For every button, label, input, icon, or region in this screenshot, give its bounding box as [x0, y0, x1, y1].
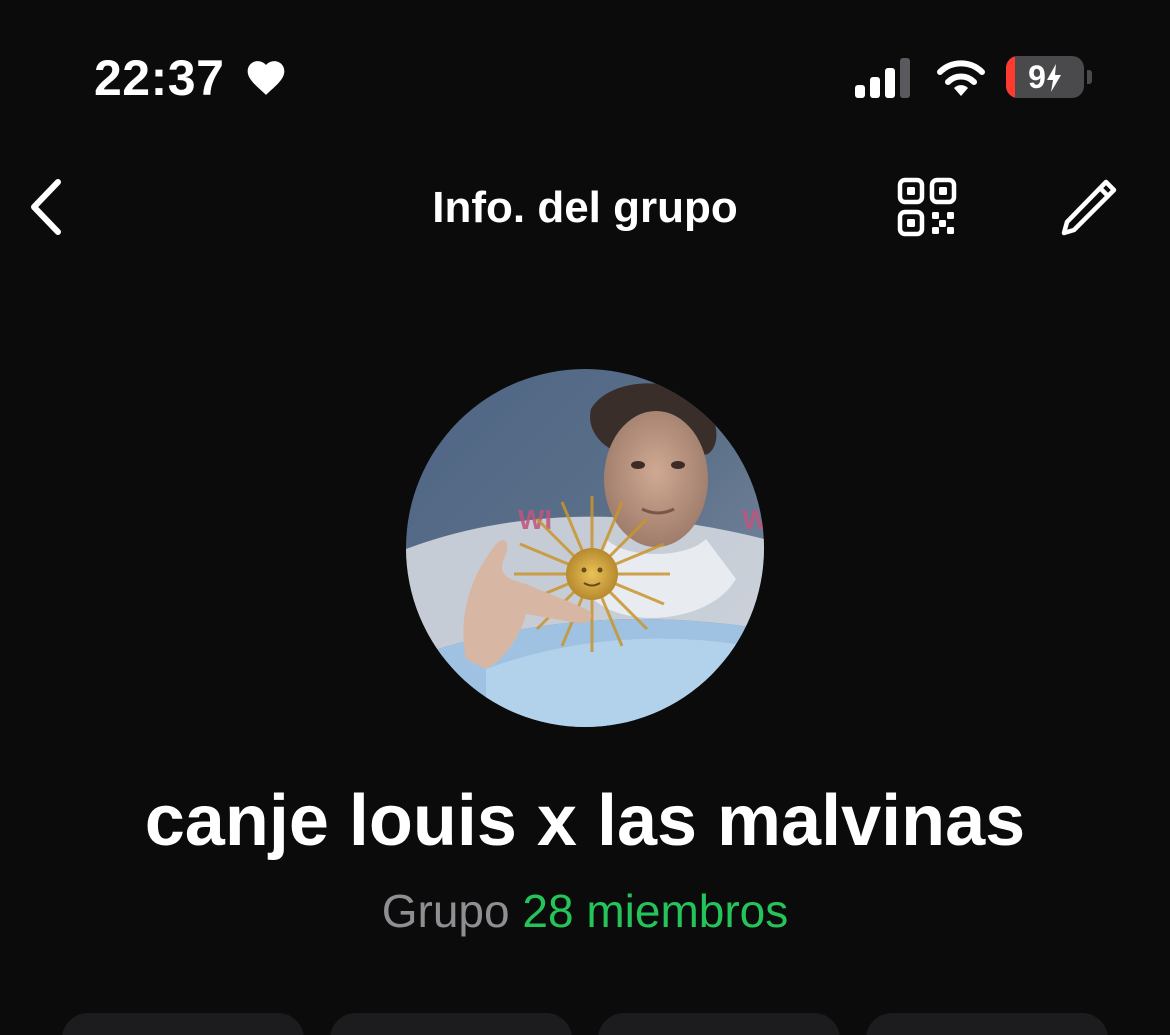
- pencil-icon[interactable]: [1056, 176, 1120, 240]
- group-avatar[interactable]: WI W: [406, 369, 764, 727]
- action-card-2[interactable]: [330, 1013, 572, 1035]
- battery-level: 9: [1028, 59, 1046, 95]
- group-photo: WI W: [406, 369, 764, 727]
- heart-icon: [247, 61, 285, 95]
- svg-text:W: W: [742, 504, 764, 535]
- battery-icon: 9: [1006, 56, 1084, 98]
- wifi-icon: [937, 60, 985, 96]
- action-card-4[interactable]: [866, 1013, 1108, 1035]
- battery-cap: [1087, 70, 1092, 84]
- action-card-1[interactable]: [62, 1013, 304, 1035]
- action-card-3[interactable]: [598, 1013, 840, 1035]
- group-name[interactable]: canje louis x las malvinas: [0, 780, 1170, 862]
- page-title: Info. del grupo: [432, 183, 738, 232]
- group-members-link[interactable]: 28 miembros: [522, 885, 788, 937]
- charging-bolt-icon: [1046, 64, 1061, 92]
- group-meta: Grupo 28 miembros: [0, 884, 1170, 938]
- group-info-screen: 22:37 9 Info. del grupo WI W canje louis…: [0, 0, 1170, 1035]
- status-time: 22:37: [94, 50, 225, 106]
- qr-code-icon[interactable]: [896, 176, 960, 240]
- signal-icon: [855, 58, 910, 98]
- group-type-label: Grupo: [381, 885, 510, 937]
- status-bar: 22:37 9: [0, 0, 1170, 150]
